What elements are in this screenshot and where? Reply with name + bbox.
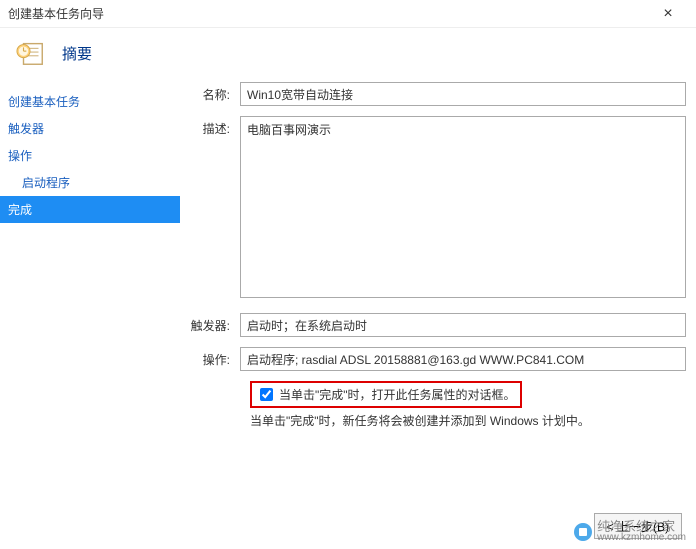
sidebar-item-trigger[interactable]: 触发器 [0, 115, 180, 142]
titlebar: 创建基本任务向导 × [0, 0, 696, 28]
close-icon[interactable]: × [648, 5, 688, 23]
sidebar-item-create-task[interactable]: 创建基本任务 [0, 88, 180, 115]
page-title: 摘要 [62, 43, 92, 64]
action-input [240, 347, 686, 371]
trigger-input [240, 313, 686, 337]
sidebar-item-action[interactable]: 操作 [0, 142, 180, 169]
sidebar-item-start-program[interactable]: 启动程序 [0, 169, 180, 196]
watermark-site: www.kzmhome.com [597, 533, 686, 543]
watermark-logo-icon [573, 522, 593, 542]
window-title: 创建基本任务向导 [8, 5, 648, 22]
name-input[interactable] [240, 82, 686, 106]
desc-textarea[interactable]: 电脑百事网演示 [240, 116, 686, 298]
wizard-header: 摘要 [0, 28, 696, 82]
content-area: 创建基本任务 触发器 操作 启动程序 完成 名称: 描述: 电脑百事网演示 触发… [0, 82, 696, 492]
main-panel: 名称: 描述: 电脑百事网演示 触发器: 操作: 当单 [180, 82, 696, 492]
desc-label: 描述: [180, 116, 240, 303]
sidebar-item-finish[interactable]: 完成 [0, 196, 180, 223]
trigger-label: 触发器: [180, 313, 240, 337]
finish-note: 当单击"完成"时，新任务将会被创建并添加到 Windows 计划中。 [250, 412, 686, 429]
highlight-box: 当单击"完成"时，打开此任务属性的对话框。 [250, 381, 522, 408]
action-label: 操作: [180, 347, 240, 371]
sidebar: 创建基本任务 触发器 操作 启动程序 完成 [0, 82, 180, 492]
checkbox-label: 当单击"完成"时，打开此任务属性的对话框。 [279, 386, 516, 403]
name-label: 名称: [180, 82, 240, 106]
open-properties-checkbox[interactable] [260, 388, 273, 401]
summary-icon [16, 38, 46, 68]
watermark: 纯净系统之家 www.kzmhome.com [573, 520, 686, 543]
